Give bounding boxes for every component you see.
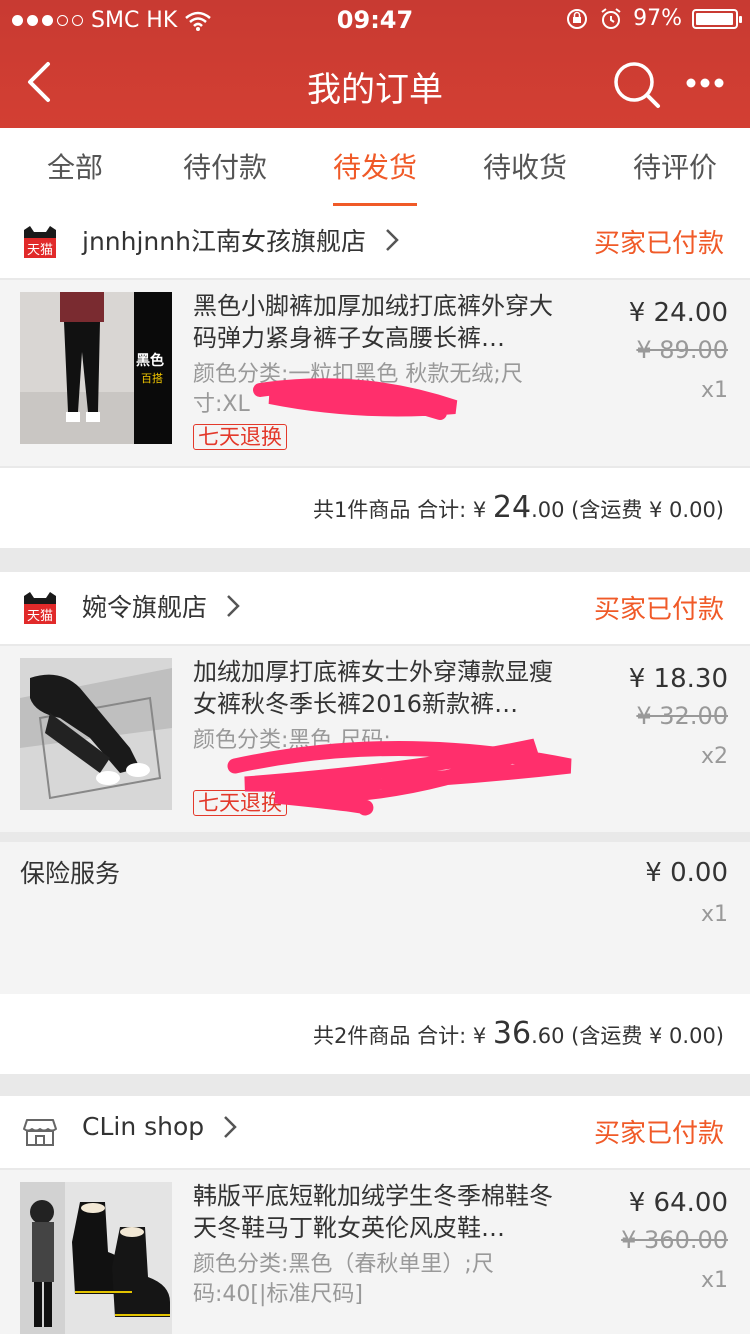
quantity: x1: [700, 378, 728, 403]
order-status: 买家已付款: [593, 229, 724, 259]
rotation-lock-icon: [567, 8, 588, 29]
nav-bar: 我的订单: [0, 42, 750, 128]
alarm-icon: [601, 7, 621, 29]
insurance-row[interactable]: 保险服务 ¥ 0.00 x1: [0, 842, 750, 994]
product-title: 黑色小脚裤加厚加绒打底裤外穿大码弹力紧身裤子女高腰长裤…: [193, 292, 553, 352]
quantity: x1: [700, 1268, 728, 1293]
store-icon: [23, 1119, 57, 1146]
battery-percent: 97%: [633, 6, 682, 31]
search-icon[interactable]: [612, 60, 662, 110]
insurance-price: ¥ 0.00: [645, 858, 728, 888]
order-item[interactable]: 韩版平底短靴加绒学生冬季棉鞋冬天冬鞋马丁靴女英伦风皮鞋… 颜色分类:黑色（春秋单…: [0, 1170, 750, 1334]
insurance-qty: x1: [700, 902, 728, 927]
svg-text:天猫: 天猫: [27, 243, 53, 258]
shop-name: 婉令旗舰店: [82, 593, 208, 622]
insurance-label: 保险服务: [20, 859, 121, 888]
order-tabs: 全部 待付款 待发货 待收货 待评价: [0, 128, 750, 208]
shop-header[interactable]: CLin shop 买家已付款: [0, 1096, 750, 1168]
product-spec: 颜色分类:黑色（春秋单里）;尺码:40[|标准尺码]: [193, 1252, 494, 1307]
tmall-icon: 天猫: [24, 592, 56, 624]
shop-name: CLin shop: [82, 1112, 205, 1141]
thumb-text: 黑色: [136, 353, 164, 369]
svg-text:天猫: 天猫: [27, 609, 53, 624]
tab-pending-review[interactable]: 待评价: [600, 128, 750, 207]
shop-header[interactable]: 天猫 jnnhjnnh江南女孩旗舰店 买家已付款: [0, 206, 750, 278]
status-bar: SMC HK 09:47 97%: [0, 0, 750, 42]
thumb-text: 百搭: [141, 372, 163, 385]
tmall-icon: 天猫: [24, 226, 56, 258]
product-spec: 颜色分类:黑色 尺码:: [193, 728, 391, 753]
product-price: ¥ 18.30: [628, 664, 728, 694]
order-item[interactable]: 加绒加厚打底裤女士外穿薄款显瘦女裤秋冬季长裤2016新款裤… 颜色分类:黑色 尺…: [0, 646, 750, 832]
shop-header[interactable]: 天猫 婉令旗舰店 买家已付款: [0, 572, 750, 644]
tab-pending-payment[interactable]: 待付款: [150, 128, 300, 207]
chevron-right-icon: [227, 595, 240, 617]
chevron-right-icon: [224, 1115, 237, 1138]
app-header: SMC HK 09:47 97% 我的订单: [0, 0, 750, 128]
product-spec: 颜色分类:一粒扣黑色 秋款无绒;尺寸:XL: [193, 362, 523, 417]
original-price: ¥ 360.00: [621, 1226, 728, 1254]
product-title: 加绒加厚打底裤女士外穿薄款显瘦女裤秋冬季长裤2016新款裤…: [193, 658, 553, 718]
order-total: 共1件商品 合计: ¥ 24.00 (含运费 ¥ 0.00): [0, 468, 750, 548]
order-total: 共2件商品 合计: ¥ 36.60 (含运费 ¥ 0.00): [0, 994, 750, 1074]
chevron-right-icon: [386, 229, 399, 251]
shop-name: jnnhjnnh江南女孩旗舰店: [82, 227, 366, 256]
order-status: 买家已付款: [593, 595, 724, 625]
original-price: ¥ 32.00: [636, 702, 728, 730]
return-policy-tag: 七天退换: [193, 424, 287, 450]
tab-pending-shipment[interactable]: 待发货: [300, 128, 450, 207]
tab-pending-receipt[interactable]: 待收货: [450, 128, 600, 207]
original-price: ¥ 89.00: [636, 336, 728, 364]
tab-all[interactable]: 全部: [0, 128, 150, 207]
product-title: 韩版平底短靴加绒学生冬季棉鞋冬天冬鞋马丁靴女英伦风皮鞋…: [193, 1182, 553, 1242]
order-item[interactable]: 黑色 百搭 黑色小脚裤加厚加绒打底裤外穿大码弹力紧身裤子女高腰长裤… 颜色分类:…: [0, 280, 750, 466]
product-image: 黑色 百搭: [20, 292, 172, 444]
battery-icon: [692, 8, 742, 29]
return-policy-tag: 七天退换: [193, 790, 287, 816]
quantity: x2: [700, 744, 728, 769]
more-icon[interactable]: [685, 68, 725, 98]
product-image: [20, 658, 172, 810]
product-image: [20, 1182, 172, 1334]
order-status: 买家已付款: [593, 1119, 724, 1149]
product-price: ¥ 64.00: [628, 1188, 728, 1218]
product-price: ¥ 24.00: [628, 298, 728, 328]
